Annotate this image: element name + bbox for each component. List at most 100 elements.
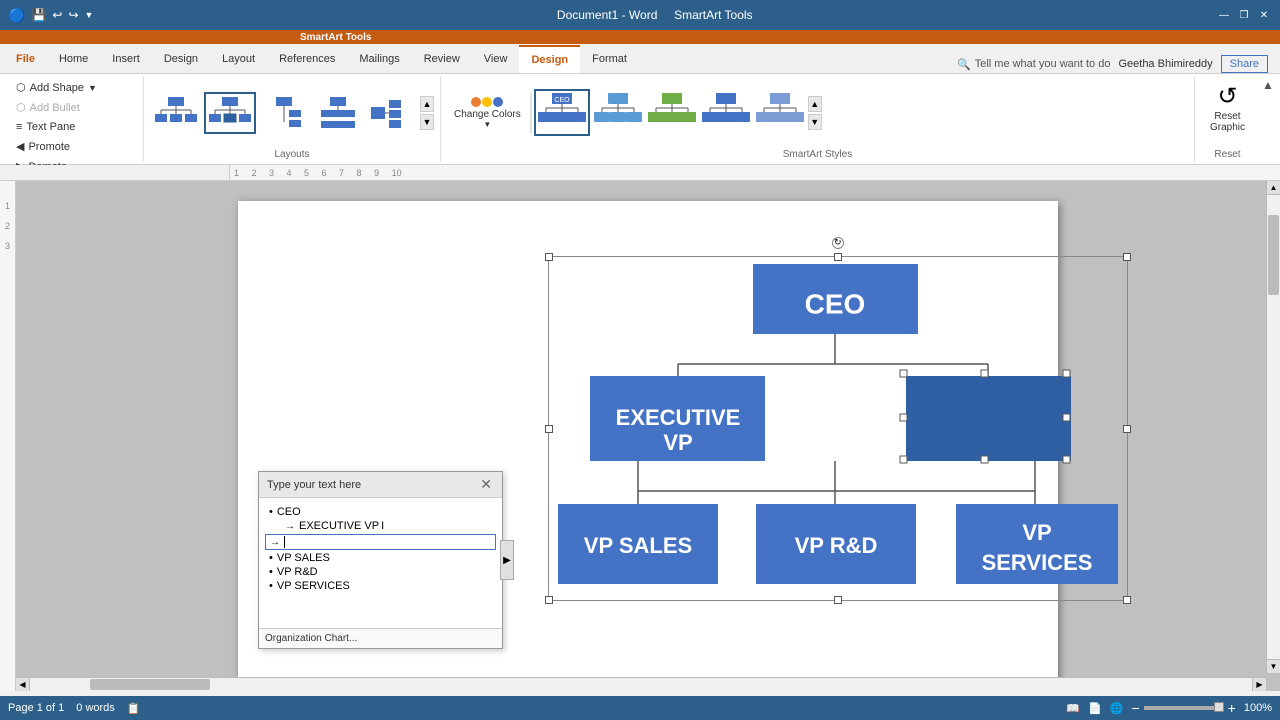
ruler-h: 1 2 3 4 5 6 7 8 9 10 bbox=[230, 165, 1280, 180]
word-count: 0 words bbox=[76, 702, 115, 714]
handle-tl[interactable] bbox=[545, 253, 553, 261]
title-bar-left: 🔵 💾 ↩ ↪ ▼ bbox=[8, 7, 93, 24]
reset-label: Reset bbox=[1214, 147, 1240, 160]
print-layout-button[interactable]: 📄 bbox=[1088, 702, 1102, 715]
layout-item-5[interactable] bbox=[366, 92, 418, 134]
zoom-out-button[interactable]: − bbox=[1131, 700, 1139, 716]
read-mode-button[interactable]: 📖 bbox=[1066, 702, 1080, 715]
ribbon-collapse[interactable]: ▲ bbox=[1260, 76, 1276, 162]
smartart-wrapper[interactable]: ↻ CEO bbox=[548, 256, 1128, 601]
quick-save[interactable]: 💾 bbox=[31, 8, 46, 22]
zoom-level[interactable]: 100% bbox=[1244, 702, 1272, 714]
quick-redo[interactable]: ↪ bbox=[68, 8, 78, 22]
layout-item-2[interactable] bbox=[204, 92, 256, 134]
tell-me-area: 🔍 Tell me what you want to do Geetha Bhi… bbox=[639, 55, 1276, 73]
scroll-left-button[interactable]: ◀ bbox=[16, 678, 30, 691]
add-bullet-icon: ⬡ bbox=[16, 101, 26, 114]
styles-scroll-down[interactable]: ▼ bbox=[808, 114, 822, 130]
layout-scroll-down[interactable]: ▼ bbox=[420, 114, 434, 130]
reset-group: ↺ Reset Graphic Reset bbox=[1195, 76, 1260, 162]
scroll-h-thumb[interactable] bbox=[90, 679, 210, 690]
layout-item-3[interactable] bbox=[258, 92, 310, 134]
style-item-3[interactable] bbox=[646, 91, 698, 134]
context-tab-bar: SmartArt Tools bbox=[0, 30, 1280, 44]
smartart-selection-border: ↻ bbox=[548, 256, 1128, 601]
rotation-handle[interactable]: ↻ bbox=[832, 237, 844, 249]
text-item-ceo: • CEO bbox=[265, 506, 496, 518]
scroll-v-thumb[interactable] bbox=[1268, 215, 1279, 295]
promote-button[interactable]: ◀ Promote bbox=[10, 137, 137, 156]
text-pane-icon: ≡ bbox=[16, 121, 22, 133]
layouts-label: Layouts bbox=[150, 147, 434, 160]
zoom-slider[interactable]: − + bbox=[1131, 700, 1235, 716]
proofing-icon[interactable]: 📋 bbox=[127, 702, 141, 715]
text-panel-footer[interactable]: Organization Chart... bbox=[259, 628, 502, 648]
handle-bm[interactable] bbox=[834, 596, 842, 604]
share-button[interactable]: Share bbox=[1221, 55, 1268, 73]
text-cursor-exec: I bbox=[381, 520, 384, 532]
layout-scroll-up[interactable]: ▲ bbox=[420, 96, 434, 112]
tab-file[interactable]: File bbox=[4, 45, 47, 73]
web-layout-button[interactable]: 🌐 bbox=[1110, 702, 1124, 715]
promote-icon: ◀ bbox=[16, 140, 24, 153]
layout-item-4[interactable] bbox=[312, 92, 364, 134]
tab-view[interactable]: View bbox=[472, 45, 520, 73]
text-panel-collapse[interactable]: ▶ bbox=[500, 540, 514, 580]
handle-tm[interactable] bbox=[834, 253, 842, 261]
quick-dropdown[interactable]: ▼ bbox=[85, 10, 94, 20]
document-title: Document1 - Word SmartArt Tools bbox=[93, 8, 1216, 22]
change-colors-button[interactable]: Change Colors ▼ bbox=[447, 92, 528, 134]
text-panel-close-button[interactable]: ✕ bbox=[478, 476, 494, 493]
document-canvas: Type your text here ✕ • CEO → EXECUTIVE … bbox=[16, 181, 1280, 691]
tab-format-smartart[interactable]: Format bbox=[580, 45, 639, 73]
text-cursor-empty bbox=[284, 536, 285, 548]
zoom-in-button[interactable]: + bbox=[1228, 700, 1236, 716]
tab-design-smartart[interactable]: Design bbox=[519, 45, 580, 73]
text-item-empty[interactable]: → bbox=[265, 534, 496, 550]
tab-mailings[interactable]: Mailings bbox=[347, 45, 411, 73]
tell-me-box[interactable]: 🔍 Tell me what you want to do bbox=[957, 58, 1110, 71]
add-shape-button[interactable]: ⬡ Add Shape ▼ bbox=[10, 78, 137, 97]
scroll-h-track[interactable] bbox=[30, 678, 1252, 691]
minimize-button[interactable]: — bbox=[1216, 7, 1232, 23]
handle-ml[interactable] bbox=[545, 425, 553, 433]
reset-graphic-button[interactable]: ↺ Reset Graphic bbox=[1203, 78, 1252, 137]
collapse-icon[interactable]: ▲ bbox=[1262, 78, 1274, 92]
style-item-5[interactable] bbox=[754, 91, 806, 134]
style-item-1[interactable]: CEO bbox=[534, 89, 590, 136]
styles-scroll-up[interactable]: ▲ bbox=[808, 96, 822, 112]
handle-bl[interactable] bbox=[545, 596, 553, 604]
quick-undo[interactable]: ↩ bbox=[52, 8, 62, 22]
scroll-up-button[interactable]: ▲ bbox=[1267, 181, 1280, 195]
text-pane-button[interactable]: ≡ Text Pane bbox=[10, 118, 137, 136]
handle-br[interactable] bbox=[1123, 596, 1131, 604]
text-panel-header: Type your text here ✕ bbox=[259, 472, 502, 498]
styles-separator bbox=[530, 93, 532, 133]
text-item-vp-rd: • VP R&D bbox=[265, 566, 496, 578]
color-circle-blue bbox=[493, 97, 503, 107]
scroll-down-button[interactable]: ▼ bbox=[1267, 659, 1280, 673]
layout-item-1[interactable] bbox=[150, 92, 202, 134]
add-shape-dropdown-icon[interactable]: ▼ bbox=[88, 83, 97, 93]
restore-button[interactable]: ❐ bbox=[1236, 7, 1252, 23]
tab-design[interactable]: Design bbox=[152, 45, 210, 73]
tab-references[interactable]: References bbox=[267, 45, 347, 73]
tab-home[interactable]: Home bbox=[47, 45, 100, 73]
close-button[interactable]: ✕ bbox=[1256, 7, 1272, 23]
scroll-right-button[interactable]: ▶ bbox=[1252, 678, 1266, 691]
zoom-thumb[interactable] bbox=[1214, 702, 1224, 712]
text-panel: Type your text here ✕ • CEO → EXECUTIVE … bbox=[258, 471, 503, 649]
tab-review[interactable]: Review bbox=[412, 45, 472, 73]
tab-insert[interactable]: Insert bbox=[100, 45, 152, 73]
handle-tr[interactable] bbox=[1123, 253, 1131, 261]
window-controls: — ❐ ✕ bbox=[1216, 7, 1272, 23]
text-panel-body[interactable]: • CEO → EXECUTIVE VP I → • VP SALES bbox=[259, 498, 502, 628]
handle-mr[interactable] bbox=[1123, 425, 1131, 433]
change-colors-dropdown[interactable]: ▼ bbox=[483, 120, 491, 129]
style-item-2[interactable] bbox=[592, 91, 644, 134]
scroll-v-track[interactable] bbox=[1267, 195, 1280, 659]
style-item-4[interactable] bbox=[700, 91, 752, 134]
zoom-track[interactable] bbox=[1144, 706, 1224, 710]
tab-layout[interactable]: Layout bbox=[210, 45, 267, 73]
add-bullet-button[interactable]: ⬡ Add Bullet bbox=[10, 98, 137, 117]
